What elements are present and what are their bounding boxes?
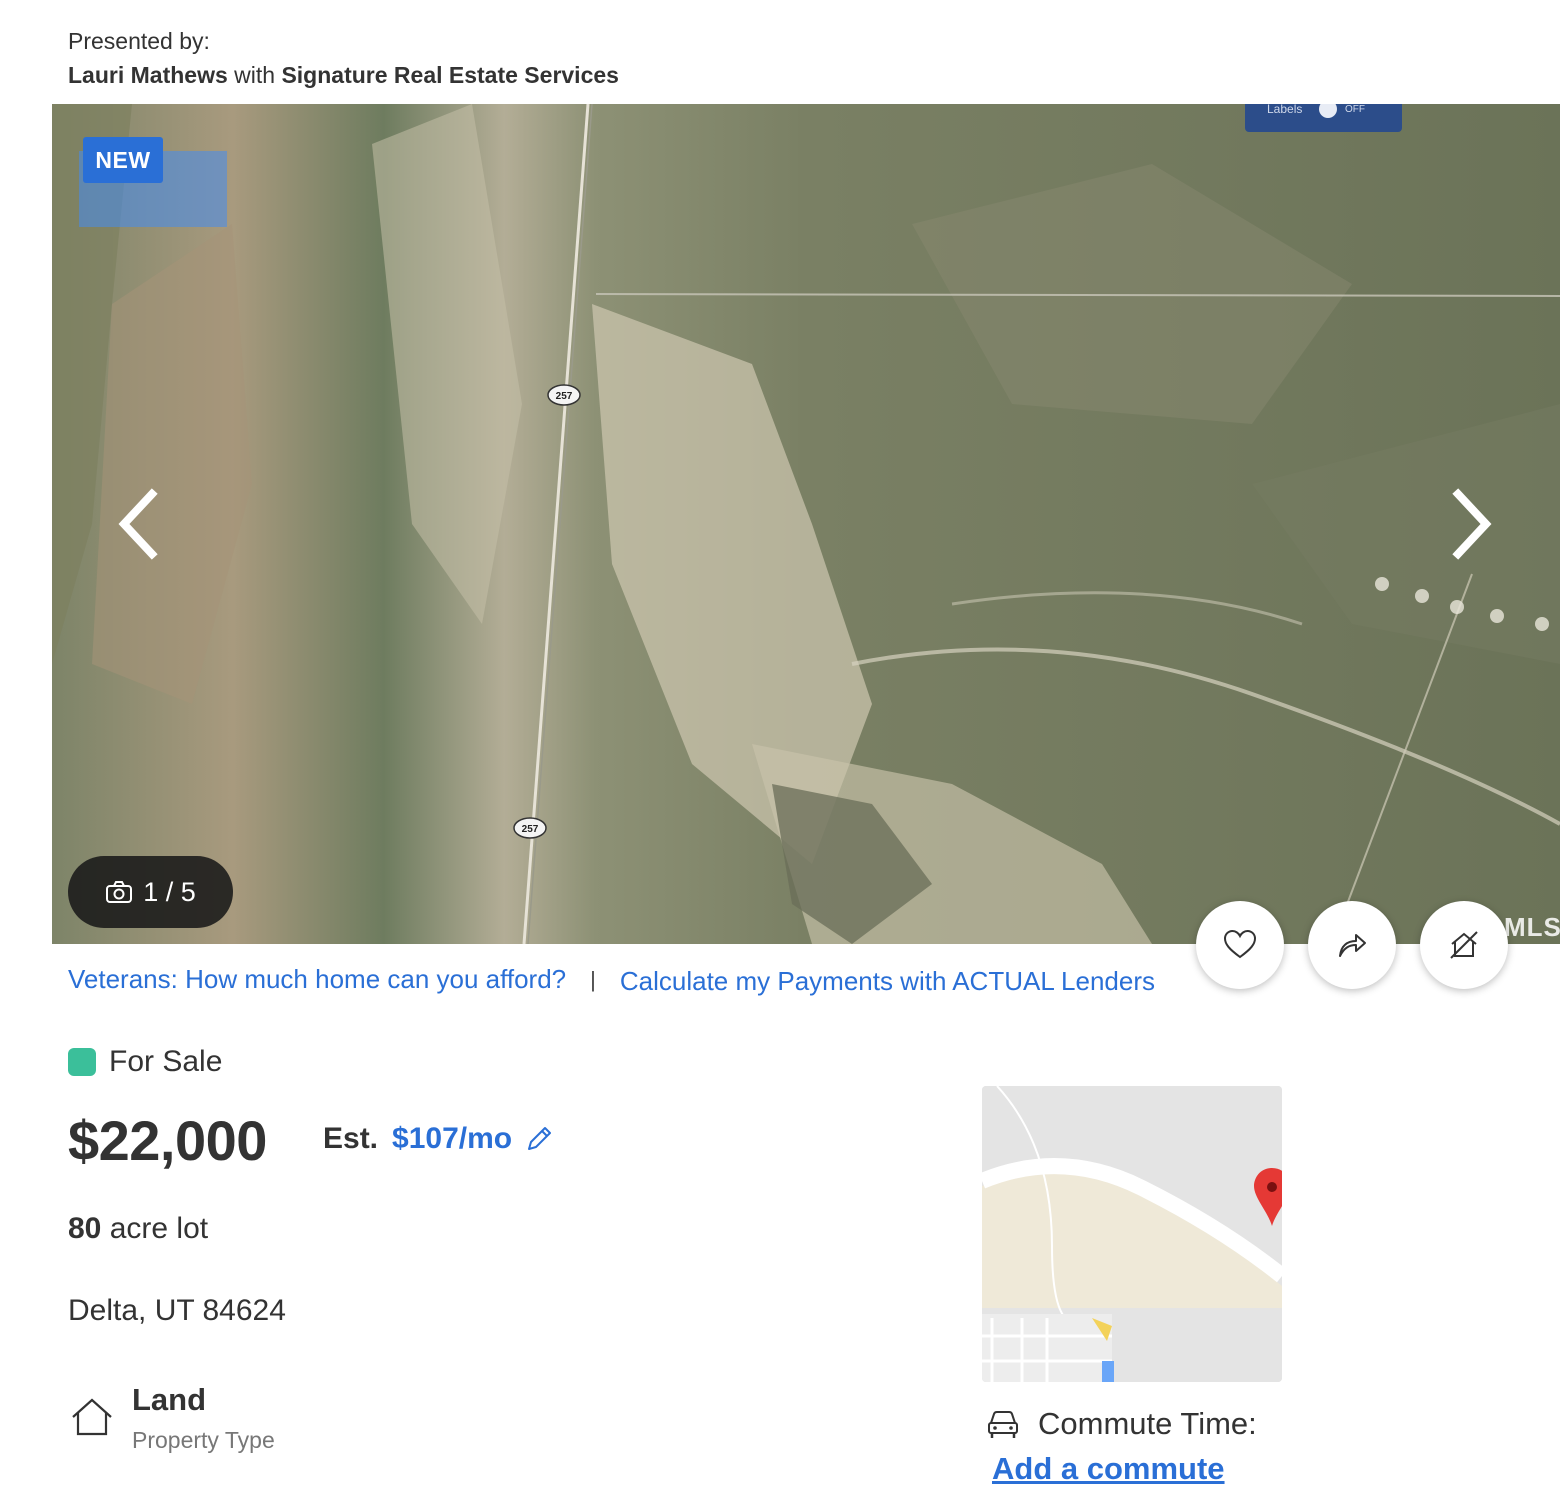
property-type-label: Property Type <box>132 1427 275 1453</box>
new-badge: NEW <box>83 137 163 183</box>
add-commute-link[interactable]: Add a commute <box>992 1451 1225 1487</box>
mls-watermark: MLS <box>1504 912 1560 942</box>
property-photo[interactable]: 257 257 <box>52 104 1560 944</box>
next-photo-button[interactable] <box>1440 484 1500 564</box>
favorite-button[interactable] <box>1196 901 1284 989</box>
est-label: Est. <box>323 1122 379 1155</box>
hide-listing-button[interactable] <box>1420 901 1508 989</box>
hide-icon <box>1450 931 1478 959</box>
estimated-payment: Est. $107/mo <box>323 1122 554 1156</box>
toggle-knob <box>1319 104 1337 118</box>
status-indicator <box>68 1048 96 1076</box>
with-text: with <box>234 62 276 88</box>
map-labels-toggle[interactable]: Labels OFF <box>1245 104 1402 132</box>
lot-size-value: 80 <box>68 1212 102 1245</box>
link-separator: | <box>590 966 596 992</box>
house-icon <box>72 1398 112 1436</box>
commute-label: Commute Time: <box>1038 1406 1257 1441</box>
listing-status: For Sale <box>68 1045 222 1079</box>
heart-icon <box>1223 929 1257 959</box>
veterans-affordability-link[interactable]: Veterans: How much home can you afford? <box>68 964 566 995</box>
map-labels-label: Labels <box>1267 104 1303 116</box>
photo-counter[interactable]: 1 / 5 <box>68 856 233 928</box>
car-icon <box>988 1411 1018 1438</box>
status-text: For Sale <box>109 1045 223 1078</box>
location-minimap[interactable] <box>982 1086 1282 1382</box>
lot-size: 80 acre lot <box>68 1212 208 1246</box>
photo-gallery[interactable]: 257 257 NEW Labels OFF 1 / 5 MLS <box>52 104 1560 944</box>
presented-by-label: Presented by: <box>68 28 210 54</box>
presented-by: Presented by: Lauri Mathews with Signatu… <box>68 24 619 92</box>
road-shield-1: 257 <box>556 391 573 402</box>
commute-time: Commute Time: <box>986 1406 1257 1442</box>
photo-counter-text: 1 / 5 <box>143 876 196 907</box>
road-shield-2: 257 <box>522 824 539 835</box>
brokerage-name[interactable]: Signature Real Estate Services <box>281 62 619 88</box>
agent-name[interactable]: Lauri Mathews <box>68 62 228 88</box>
lot-size-unit: acre lot <box>109 1212 209 1245</box>
listing-price: $22,000 <box>68 1109 267 1172</box>
chevron-right-icon <box>1452 488 1492 560</box>
share-icon <box>1339 934 1366 957</box>
property-type-value: Land <box>132 1382 207 1417</box>
pencil-icon[interactable] <box>524 1124 554 1154</box>
calculate-payments-link[interactable]: Calculate my Payments with ACTUAL Lender… <box>620 966 1155 997</box>
chevron-left-icon <box>118 488 158 560</box>
camera-icon <box>106 881 133 903</box>
listing-address: Delta, UT 84624 <box>68 1294 286 1327</box>
est-amount[interactable]: $107/mo <box>392 1122 512 1156</box>
share-button[interactable] <box>1308 901 1396 989</box>
map-labels-state: OFF <box>1345 104 1365 115</box>
previous-photo-button[interactable] <box>110 484 170 564</box>
agent-line: Lauri Mathews with Signature Real Estate… <box>68 58 619 92</box>
finance-links: Veterans: How much home can you afford? … <box>68 962 1155 997</box>
minimap-graphic <box>982 1086 1282 1382</box>
